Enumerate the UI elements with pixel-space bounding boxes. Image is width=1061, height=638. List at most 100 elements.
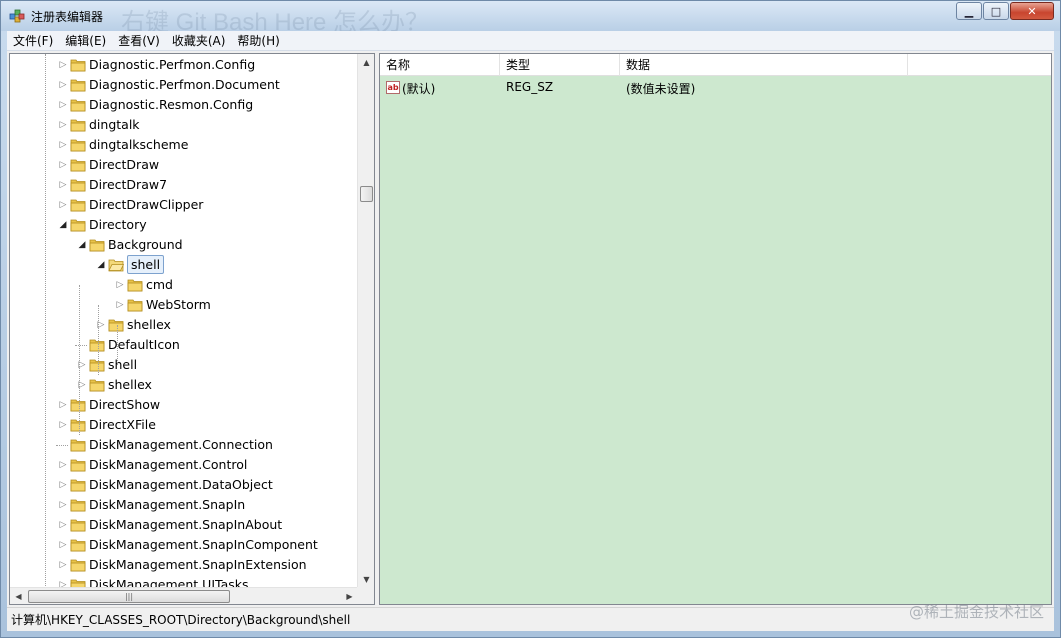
collapsed-arrow-icon[interactable]: ▷ (58, 78, 68, 92)
collapsed-arrow-icon[interactable]: ▷ (58, 118, 68, 132)
tree-item[interactable]: ▷ DiskManagement.SnapInAbout (10, 515, 358, 535)
string-value-icon: ab (386, 81, 400, 94)
collapsed-arrow-icon[interactable]: ▷ (115, 278, 125, 292)
registry-key-tree[interactable]: ▷ Diagnostic.Perfmon.Config ▷ Diagnostic.Pe… (9, 53, 375, 605)
folder-icon (70, 499, 86, 512)
column-header-name[interactable]: 名称 (380, 54, 500, 76)
scroll-thumb-horizontal[interactable]: ||| (28, 590, 230, 603)
maximize-button[interactable]: □ (983, 2, 1009, 20)
collapsed-arrow-icon[interactable]: ▷ (115, 298, 125, 312)
window-title: 注册表编辑器 (31, 10, 104, 24)
tree-item[interactable]: DefaultIcon (10, 335, 358, 355)
menu-view[interactable]: 查看(V) (112, 31, 166, 51)
tree-item-label: dingtalk (89, 117, 140, 132)
close-button[interactable]: ✕ (1010, 2, 1054, 20)
tree-item[interactable]: ▷ DiskManagement.SnapIn (10, 495, 358, 515)
tree-item[interactable]: ▷ cmd (10, 275, 358, 295)
scroll-thumb[interactable] (360, 186, 373, 202)
folder-icon (70, 539, 86, 552)
tree-item[interactable]: ▷ Diagnostic.Perfmon.Config (10, 55, 358, 75)
tree-item-label: DiskManagement.SnapInExtension (89, 557, 307, 572)
tree-vertical-scrollbar[interactable]: ▲ ▼ (357, 54, 374, 588)
collapsed-arrow-icon[interactable]: ▷ (58, 458, 68, 472)
expanded-arrow-icon[interactable]: ◢ (96, 258, 106, 272)
minimize-button[interactable]: ▁ (956, 2, 982, 20)
tree-item[interactable]: ▷ DiskManagement.DataObject (10, 475, 358, 495)
collapsed-arrow-icon[interactable]: ▷ (58, 558, 68, 572)
list-item[interactable]: ab (默认) REG_SZ (数值未设置) (380, 78, 1051, 98)
tree-item[interactable]: ▷ Diagnostic.Resmon.Config (10, 95, 358, 115)
folder-icon (70, 419, 86, 432)
tree-item[interactable]: ▷ shellex (10, 315, 358, 335)
list-header: 名称 类型 数据 (380, 54, 1051, 76)
expanded-arrow-icon[interactable]: ◢ (58, 218, 68, 232)
tree-item[interactable]: ▷ dingtalkscheme (10, 135, 358, 155)
menu-favorites[interactable]: 收藏夹(A) (166, 31, 232, 51)
folder-icon (70, 199, 86, 212)
tree-item-label: DiskManagement.Control (89, 457, 248, 472)
tree-guide-line (117, 325, 118, 365)
tree-item[interactable]: ▷ shellex (10, 375, 358, 395)
tree-item-label: dingtalkscheme (89, 137, 189, 152)
tree-item[interactable]: ▷ WebStorm (10, 295, 358, 315)
tree-item[interactable]: ◢ shell (10, 255, 358, 275)
tree-item-label: Background (108, 237, 183, 252)
tree-item[interactable]: ▷ DirectDraw (10, 155, 358, 175)
watermark-text: @稀土掘金技术社区 (908, 603, 1044, 621)
folder-icon (89, 359, 105, 372)
value-type: REG_SZ (506, 80, 554, 94)
collapsed-arrow-icon[interactable]: ▷ (58, 158, 68, 172)
tree-item[interactable]: ▷ DirectDrawClipper (10, 195, 358, 215)
collapsed-arrow-icon[interactable]: ▷ (58, 58, 68, 72)
tree-item[interactable]: ▷ Diagnostic.Perfmon.Document (10, 75, 358, 95)
scroll-right-arrow-icon[interactable]: ▶ (341, 588, 358, 604)
collapsed-arrow-icon[interactable]: ▷ (58, 138, 68, 152)
tree-item[interactable]: ▷ DiskManagement.SnapInExtension (10, 555, 358, 575)
tree-item[interactable]: ◢ Directory (10, 215, 358, 235)
tree-item[interactable]: ◢ Background (10, 235, 358, 255)
collapsed-arrow-icon[interactable]: ▷ (58, 518, 68, 532)
menu-file[interactable]: 文件(F) (7, 31, 59, 51)
tree-item[interactable]: DiskManagement.Connection (10, 435, 358, 455)
folder-icon (70, 519, 86, 532)
collapsed-arrow-icon[interactable]: ▷ (58, 198, 68, 212)
tree-item[interactable]: ▷ shell (10, 355, 358, 375)
title-bar[interactable]: 注册表编辑器 右键 Git Bash Here 怎么办？ ▁ □ ✕ (1, 1, 1060, 36)
collapsed-arrow-icon[interactable]: ▷ (58, 478, 68, 492)
expanded-arrow-icon[interactable]: ◢ (77, 238, 87, 252)
folder-icon (89, 239, 105, 252)
folder-icon (127, 279, 143, 292)
folder-icon (70, 79, 86, 92)
collapsed-arrow-icon[interactable]: ▷ (58, 538, 68, 552)
tree-viewport[interactable]: ▷ Diagnostic.Perfmon.Config ▷ Diagnostic.Pe… (10, 54, 358, 588)
client-area: ▷ Diagnostic.Perfmon.Config ▷ Diagnostic.Pe… (7, 51, 1054, 631)
collapsed-arrow-icon[interactable]: ▷ (58, 398, 68, 412)
tree-item[interactable]: ▷ DirectShow (10, 395, 358, 415)
tree-item-label: DiskManagement.SnapInAbout (89, 517, 283, 532)
registry-value-list[interactable]: 名称 类型 数据 ab (默认) REG_SZ (数值未设置) (379, 53, 1052, 605)
tree-item[interactable]: ▷ DiskManagement.Control (10, 455, 358, 475)
tree-item[interactable]: ▷ DiskManagement.SnapInComponent (10, 535, 358, 555)
scroll-left-arrow-icon[interactable]: ◀ (10, 588, 27, 604)
collapsed-arrow-icon[interactable]: ▷ (58, 178, 68, 192)
menu-help[interactable]: 帮助(H) (231, 31, 285, 51)
tree-item[interactable]: ▷ DirectXFile (10, 415, 358, 435)
column-header-type[interactable]: 类型 (500, 54, 620, 76)
column-header-data[interactable]: 数据 (620, 54, 908, 76)
folder-icon (70, 99, 86, 112)
collapsed-arrow-icon[interactable]: ▷ (58, 98, 68, 112)
tree-horizontal-scrollbar[interactable]: ◀ ||| ▶ (10, 587, 358, 604)
tree-item[interactable]: ▷ dingtalk (10, 115, 358, 135)
folder-icon (70, 179, 86, 192)
collapsed-arrow-icon[interactable]: ▷ (58, 498, 68, 512)
collapsed-arrow-icon[interactable]: ▷ (58, 418, 68, 432)
tree-item-label: shellex (127, 317, 171, 332)
scroll-down-arrow-icon[interactable]: ▼ (358, 571, 374, 588)
tree-item-label: WebStorm (146, 297, 211, 312)
folder-icon (70, 459, 86, 472)
tree-item[interactable]: ▷ DirectDraw7 (10, 175, 358, 195)
folder-icon (70, 559, 86, 572)
scroll-up-arrow-icon[interactable]: ▲ (358, 54, 374, 71)
menu-edit[interactable]: 编辑(E) (59, 31, 112, 51)
menu-bar: 文件(F) 编辑(E) 查看(V) 收藏夹(A) 帮助(H) (7, 31, 1054, 51)
